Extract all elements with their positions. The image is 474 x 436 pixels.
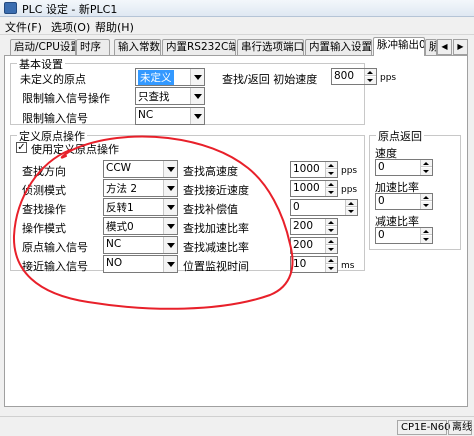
tab-pulse-output-0[interactable]: 脉冲输出0 bbox=[373, 37, 425, 56]
status-bar: CP1E-N60 离线 bbox=[0, 416, 474, 436]
status-connection: 离线 bbox=[448, 420, 472, 435]
red-annotation-circle bbox=[12, 135, 294, 310]
status-model: CP1E-N60 bbox=[397, 420, 451, 435]
